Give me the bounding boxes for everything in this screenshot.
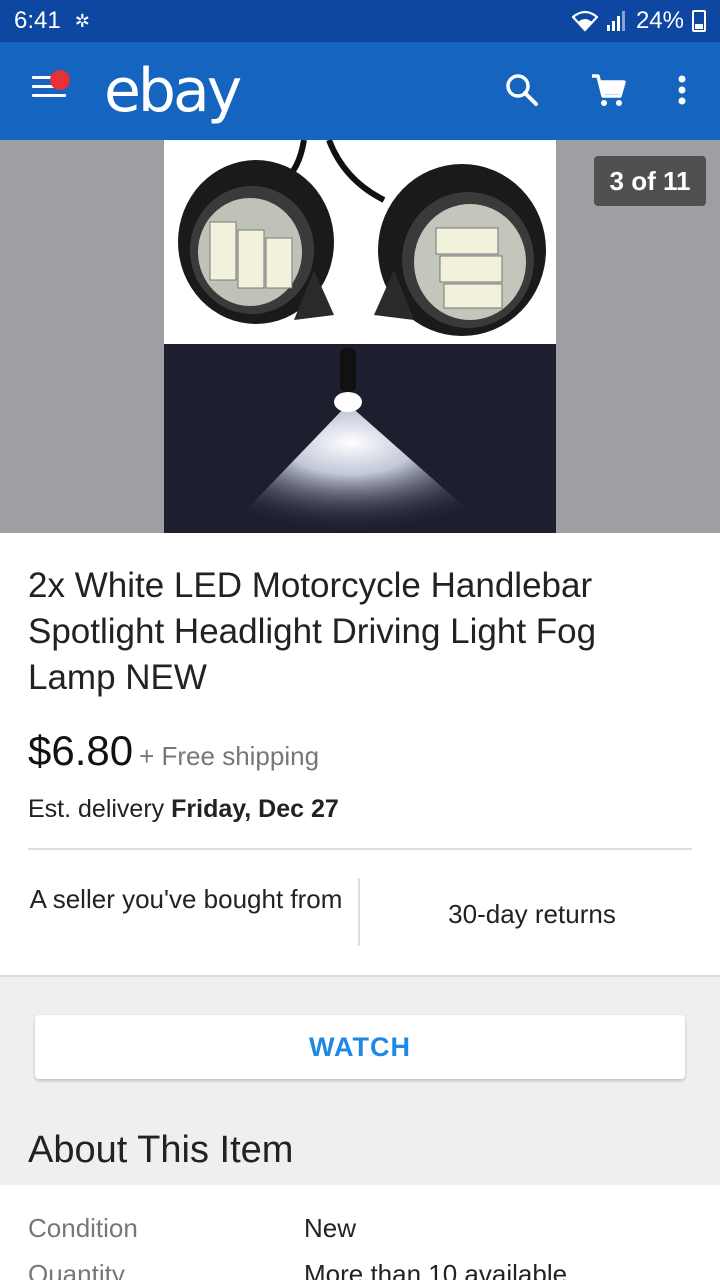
delivery-label: Est. delivery — [28, 795, 165, 823]
app-bar: ebay — [0, 42, 720, 140]
shipping-info: + Free shipping — [139, 741, 320, 771]
item-specifics: Condition New Quantity More than 10 avai… — [0, 1185, 720, 1280]
item-info: 2x White LED Motorcycle Handlebar Spotli… — [0, 533, 720, 975]
battery-percent: 24% — [635, 7, 684, 34]
more-options-icon[interactable] — [662, 70, 702, 110]
product-image-gallery[interactable]: 3 of 11 — [0, 138, 720, 533]
search-icon[interactable] — [502, 70, 542, 110]
about-heading: About This Item — [28, 1129, 294, 1171]
actions-section: WATCH About This Item — [0, 975, 720, 1185]
spec-label: Condition — [28, 1213, 138, 1243]
image-counter: 3 of 11 — [594, 156, 706, 206]
product-photo-beam — [164, 344, 556, 533]
delivery-estimate: Est. delivery Friday, Dec 27 — [28, 795, 339, 824]
seller-perk: A seller you've bought from — [29, 884, 343, 914]
watch-button[interactable]: WATCH — [35, 1015, 685, 1079]
status-bar: 6:41 ✲ 24% — [0, 0, 720, 42]
item-title: 2x White LED Motorcycle Handlebar Spotli… — [28, 566, 597, 697]
divider — [28, 848, 692, 850]
notification-dot — [50, 70, 70, 90]
ebay-logo[interactable]: ebay — [104, 56, 242, 126]
spec-label: Quantity — [28, 1259, 125, 1280]
item-price: $6.80 — [28, 727, 134, 774]
battery-icon — [692, 10, 706, 32]
delivery-date: Friday, Dec 27 — [171, 795, 339, 823]
spec-value: More than 10 available — [304, 1259, 568, 1280]
notification-icon: ✲ — [74, 10, 90, 31]
returns-perk: 30-day returns — [448, 899, 616, 929]
cart-icon[interactable] — [588, 70, 628, 110]
perk-separator — [358, 878, 360, 946]
product-photo-lamps — [164, 138, 556, 344]
signal-icon — [606, 11, 625, 31]
wifi-icon — [571, 10, 598, 32]
price-row: $6.80 + Free shipping — [28, 727, 319, 775]
status-time: 6:41 — [14, 7, 61, 34]
spec-value: New — [304, 1213, 357, 1243]
